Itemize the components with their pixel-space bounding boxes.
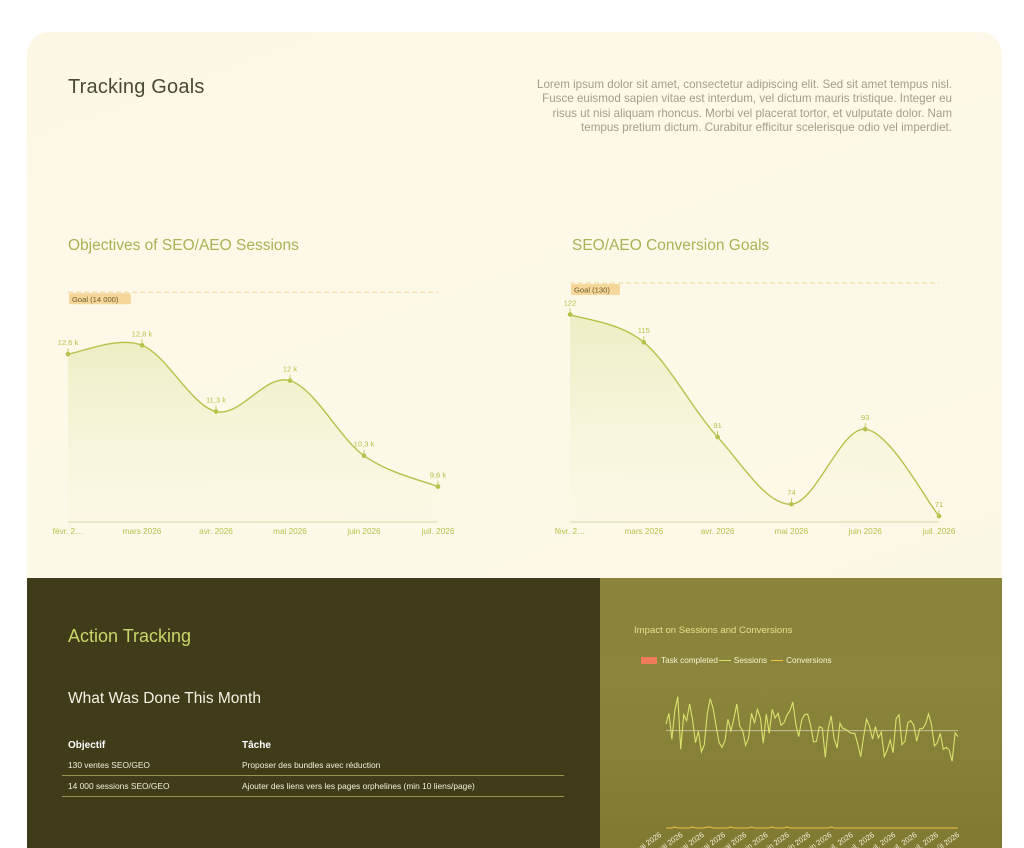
- data-point: [287, 378, 293, 383]
- table-header-objectif: Objectif: [68, 740, 106, 751]
- data-point: [435, 484, 441, 489]
- x-tick-label: févr. 2…: [53, 527, 84, 536]
- x-tick-label: juil. 2026: [421, 527, 455, 536]
- x-tick-label: mai 2026: [273, 527, 307, 536]
- data-point: [139, 342, 145, 348]
- x-tick-label: mars 2026: [123, 527, 162, 536]
- row-divider: [62, 775, 564, 776]
- table-header-tache: Tâche: [242, 740, 271, 751]
- data-label: 10,3 k: [354, 440, 375, 449]
- goal-label: Goal (14 000): [72, 295, 119, 304]
- data-label: 11,3 k: [206, 396, 226, 405]
- table-cell-objective: 14 000 sessions SEO/GEO: [68, 781, 170, 791]
- table-cell-task: Proposer des bundles avec réduction: [242, 760, 381, 770]
- data-point: [361, 453, 367, 459]
- impact-line-chart: 1 mai 20268 mai 202615 mai 202622 mai 20…: [627, 696, 961, 848]
- row-divider: [62, 796, 564, 797]
- table-cell-objective: 130 ventes SEO/GEO: [68, 760, 150, 770]
- conversions-chart-title: SEO/AEO Conversion Goals: [572, 237, 770, 254]
- conversions-series-line: [666, 826, 958, 829]
- data-label: 9,6 k: [430, 471, 447, 480]
- sessions-series-line: [665, 696, 959, 762]
- data-point: [213, 409, 219, 414]
- x-tick-label: juin 2026: [346, 527, 381, 536]
- action-tracking-title: Action Tracking: [68, 626, 192, 646]
- tracking-goals-card: Tracking Goals Lorem ipsum dolor sit ame…: [27, 32, 1002, 848]
- sessions-goal-chart: Goal (14 000) 12,6 k févr. 2… 12,8 k mars 20…: [53, 291, 455, 536]
- month-summary-title: What Was Done This Month: [68, 690, 261, 707]
- area-fill: [68, 342, 438, 522]
- x-tick-label: avr. 2026: [199, 527, 233, 536]
- table-cell-task: Ajouter des liens vers les pages orpheli…: [242, 781, 475, 791]
- data-label: 12,6 k: [58, 338, 79, 347]
- data-point: [65, 351, 71, 357]
- action-tracking-panel: Action Tracking What Was Done This Month…: [27, 578, 600, 848]
- data-label: 12,8 k: [132, 329, 153, 338]
- data-label: 12 k: [283, 365, 298, 374]
- impact-panel: Impact on Sessions and Conversions Task …: [600, 578, 1002, 848]
